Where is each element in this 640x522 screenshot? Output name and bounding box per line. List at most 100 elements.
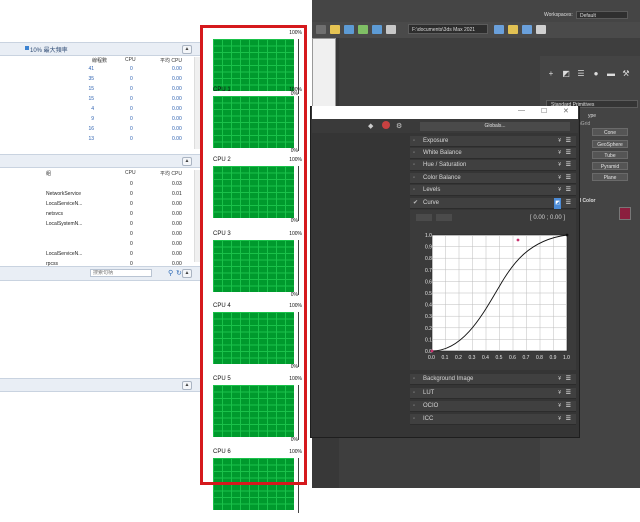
search-handles-input[interactable] — [90, 269, 152, 277]
search-icon[interactable]: ⚲ — [168, 269, 173, 277]
layer-row[interactable]: ◦ White Balance ¥ ☰ — [410, 148, 576, 159]
settings-icon[interactable]: ⚙ — [396, 122, 402, 130]
table-row[interactable]: 35 0 0.00 — [0, 76, 195, 85]
curve-control-point[interactable] — [516, 238, 520, 242]
curve-control-point[interactable] — [430, 349, 434, 353]
layer-visibility-icon[interactable]: ◦ — [413, 136, 415, 147]
table-row[interactable]: 15 0 0.00 — [0, 86, 195, 95]
table-row[interactable]: 16 0 0.00 — [0, 126, 195, 135]
col-group[interactable]: 組 — [46, 170, 51, 177]
cpu-section-header[interactable]: 10% 最大頻率 ▲ — [0, 42, 200, 56]
maximize-icon[interactable]: ☐ — [541, 107, 547, 115]
table-row[interactable]: 15 0 0.00 — [0, 96, 195, 105]
toolbar-icon[interactable] — [536, 25, 546, 34]
table-row[interactable]: netsvcs 0 0.00 — [0, 211, 195, 220]
toolbar-icon[interactable] — [494, 25, 504, 34]
layer-visibility-icon[interactable]: ◦ — [413, 388, 415, 399]
layer-menu-icon[interactable]: ☰ — [566, 148, 571, 159]
layer-visibility-icon[interactable]: ◦ — [413, 374, 415, 385]
create-tab-icon[interactable]: + — [546, 69, 556, 78]
layer-expand-icon[interactable]: ¥ — [558, 374, 561, 385]
collapse-cpu-button[interactable]: ▲ — [182, 45, 192, 54]
collapse-modules-button[interactable]: ▲ — [182, 381, 192, 390]
layer-row-curve[interactable]: ✔ Curve ◩ ☰ — [410, 198, 576, 209]
layer-row[interactable]: ◦ Levels ¥ ☰ — [410, 185, 576, 196]
layer-expand-icon[interactable]: ¥ — [558, 148, 561, 159]
table-row[interactable]: LocalServiceN... 0 0.00 — [0, 201, 195, 210]
toolbar-icon[interactable] — [358, 25, 368, 34]
col-cpu[interactable]: CPU — [125, 170, 136, 176]
display-tab-icon[interactable]: ▬ — [606, 69, 616, 78]
layer-visibility-icon[interactable]: ◦ — [413, 160, 415, 171]
table-row[interactable]: LocalSystemN... 0 0.00 — [0, 221, 195, 230]
toolbar-icon[interactable] — [316, 25, 326, 34]
table-row[interactable]: 9 0 0.00 — [0, 116, 195, 125]
hierarchy-tab-icon[interactable]: ☰ — [576, 69, 586, 78]
layer-visibility-icon[interactable]: ◦ — [413, 185, 415, 196]
table-row[interactable]: 0 0.03 — [0, 181, 195, 190]
layer-menu-icon[interactable]: ☰ — [566, 173, 571, 184]
layer-expand-icon[interactable]: ¥ — [558, 160, 561, 171]
layer-menu-icon[interactable]: ☰ — [566, 388, 571, 399]
close-icon[interactable]: ✕ — [563, 107, 569, 115]
services-section-header[interactable]: ▲ — [0, 154, 200, 168]
col-avg-cpu[interactable]: 平均 CPU — [160, 170, 182, 177]
layer-visibility-icon[interactable]: ◦ — [413, 148, 415, 159]
globals-button[interactable]: Globals... — [420, 122, 570, 131]
layer-expand-icon[interactable]: ¥ — [558, 388, 561, 399]
table-row[interactable]: LocalServiceN... 0 0.00 — [0, 251, 195, 260]
layer-toggle-icon[interactable]: ◩ — [554, 198, 561, 209]
toolbar-icon[interactable] — [330, 25, 340, 34]
table-row[interactable]: 0 0.00 — [0, 231, 195, 240]
workspace-dropdown[interactable]: Default — [576, 11, 628, 19]
table-row[interactable]: 0 0.00 — [0, 241, 195, 250]
toolbar-icon[interactable] — [372, 25, 382, 34]
minimize-icon[interactable]: — — [518, 107, 525, 114]
layer-visibility-icon[interactable]: ◦ — [413, 173, 415, 184]
table-row[interactable]: 4 0 0.00 — [0, 106, 195, 115]
curve-control-point[interactable] — [565, 233, 569, 237]
layer-menu-icon[interactable]: ☰ — [566, 136, 571, 147]
col-avg-cpu[interactable]: 平均 CPU — [160, 57, 182, 64]
layer-menu-icon[interactable]: ☰ — [566, 401, 571, 412]
layer-expand-icon[interactable]: ¥ — [558, 136, 561, 147]
cone-button[interactable]: Cone — [592, 128, 628, 136]
layer-row[interactable]: ◦ Hue / Saturation ¥ ☰ — [410, 160, 576, 171]
modules-section-header[interactable]: ▲ — [0, 378, 200, 392]
toolbar-icon[interactable] — [344, 25, 354, 34]
curve-graph[interactable]: 1.00.90.80.70.60.50.40.30.20.10.0 0.0 0.1… — [424, 232, 570, 362]
layer-row[interactable]: ◦ Background Image ¥ ☰ — [410, 374, 576, 385]
table-row[interactable]: 13 0 0.00 — [0, 136, 195, 145]
pyramid-button[interactable]: Pyramid — [592, 162, 628, 170]
col-threads[interactable]: 線程數 — [92, 57, 107, 64]
curve-preset-button[interactable] — [436, 214, 452, 221]
layer-menu-icon[interactable]: ☰ — [566, 160, 571, 171]
utilities-tab-icon[interactable]: ⚒ — [621, 69, 631, 78]
plane-button[interactable]: Plane — [592, 173, 628, 181]
layer-menu-icon[interactable]: ☰ — [566, 374, 571, 385]
layer-menu-icon[interactable]: ☰ — [566, 414, 571, 425]
layer-expand-icon[interactable]: ¥ — [558, 414, 561, 425]
tube-button[interactable]: Tube — [592, 151, 628, 159]
layer-row[interactable]: ◦ Color Balance ¥ ☰ — [410, 173, 576, 184]
col-cpu[interactable]: CPU — [125, 57, 136, 63]
layer-check-icon[interactable]: ✔ — [413, 198, 418, 209]
modify-tab-icon[interactable]: ◩ — [561, 69, 571, 78]
curve-preset-button[interactable] — [416, 214, 432, 221]
layer-row[interactable]: ◦ LUT ¥ ☰ — [410, 388, 576, 399]
history-icon[interactable]: ◆ — [368, 122, 373, 130]
project-path-field[interactable]: F:\documents\3ds Max 2021 — [408, 24, 488, 34]
layer-expand-icon[interactable]: ¥ — [558, 185, 561, 196]
layer-expand-icon[interactable]: ¥ — [558, 401, 561, 412]
layer-visibility-icon[interactable]: ◦ — [413, 401, 415, 412]
layer-menu-icon[interactable]: ☰ — [566, 198, 571, 209]
geosphere-button[interactable]: GeoSphere — [592, 140, 628, 148]
refresh-icon[interactable]: ↻ — [176, 269, 182, 277]
collapse-handles-button[interactable]: ▲ — [182, 269, 192, 278]
layer-row[interactable]: ◦ Exposure ¥ ☰ — [410, 136, 576, 147]
frame-buffer-titlebar[interactable] — [312, 106, 578, 119]
layer-row[interactable]: ◦ OCIO ¥ ☰ — [410, 401, 576, 412]
table-row[interactable]: 41 0 0.00 — [0, 66, 195, 75]
table-row[interactable]: NetworkService 0 0.01 — [0, 191, 195, 200]
layer-row[interactable]: ◦ ICC ¥ ☰ — [410, 414, 576, 425]
